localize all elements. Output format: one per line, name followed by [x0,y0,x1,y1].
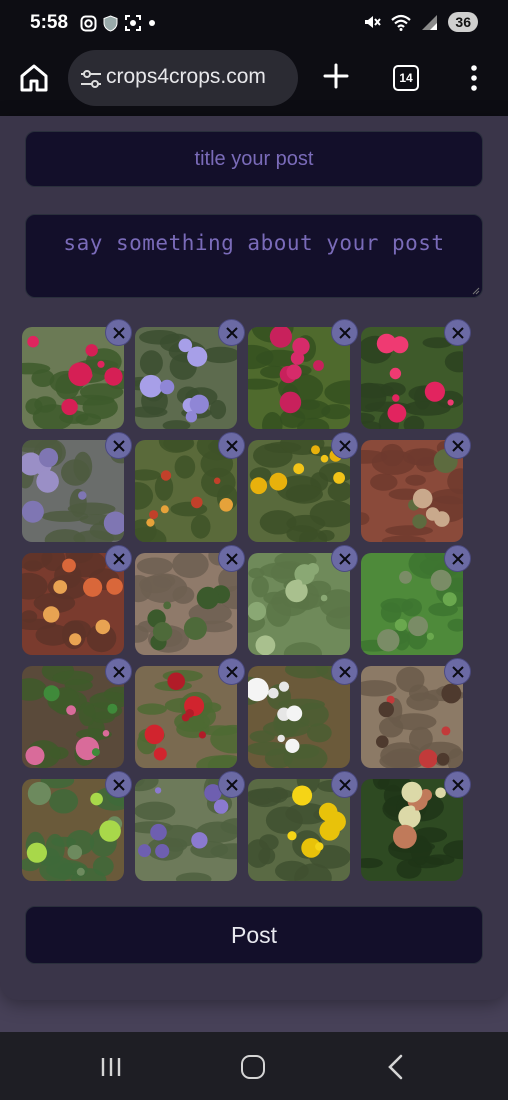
remove-photo-button[interactable] [444,771,471,798]
close-icon [338,778,351,791]
browser-toolbar: crops4crops.com 14 [0,48,508,116]
remove-photo-button[interactable] [331,432,358,459]
dot-icon [149,20,155,26]
status-left-icons [80,14,156,32]
close-icon [338,439,351,452]
resize-grip-icon[interactable] [472,287,480,295]
signal-icon [422,14,438,30]
status-time: 5:58 [30,12,69,33]
home-circle-icon[interactable] [241,1055,265,1079]
more-vert-icon[interactable] [466,64,482,92]
close-icon [112,552,125,565]
address-bar[interactable]: crops4crops.com [68,50,298,106]
close-icon [225,326,238,339]
remove-photo-button[interactable] [218,658,245,685]
close-icon [112,439,125,452]
tabs-icon[interactable]: 14 [393,65,419,91]
remove-photo-button[interactable] [331,771,358,798]
remove-photo-button[interactable] [331,319,358,346]
site-settings-icon[interactable] [78,66,104,92]
back-icon[interactable] [386,1054,404,1080]
close-icon [451,552,464,565]
close-icon [338,665,351,678]
remove-photo-button[interactable] [105,771,132,798]
remove-photo-button[interactable] [444,545,471,572]
close-icon [112,326,125,339]
status-bar: 5:58 36 [0,0,508,48]
url-text: crops4crops.com [106,65,266,88]
remove-photo-button[interactable] [444,432,471,459]
title-placeholder: title your post [194,148,314,170]
tab-count: 14 [399,71,413,85]
close-icon [451,439,464,452]
shield-icon [103,14,118,32]
post-button[interactable]: Post [25,906,483,964]
close-icon [451,778,464,791]
close-icon [112,778,125,791]
title-input[interactable]: title your post [25,131,483,187]
close-icon [451,665,464,678]
remove-photo-button[interactable] [218,319,245,346]
close-icon [225,778,238,791]
photo-grid [22,319,492,887]
close-icon [338,552,351,565]
remove-photo-button[interactable] [105,432,132,459]
close-icon [225,439,238,452]
remove-photo-button[interactable] [218,771,245,798]
remove-photo-button[interactable] [218,432,245,459]
new-post-card: title your post say something about your… [0,116,508,1000]
home-icon[interactable] [18,62,50,94]
remove-photo-button[interactable] [105,319,132,346]
recent-apps-icon[interactable] [99,1056,123,1078]
battery-badge: 36 [448,12,478,32]
status-right-icons: 36 [363,12,478,32]
description-textarea[interactable]: say something about your post [25,214,483,298]
mute-icon [365,16,382,28]
description-placeholder: say something about your post [63,231,445,255]
page-content: title your post say something about your… [0,116,508,1032]
post-label: Post [230,921,278,948]
close-icon [451,326,464,339]
remove-photo-button[interactable] [105,658,132,685]
remove-photo-button[interactable] [331,545,358,572]
close-icon [112,665,125,678]
close-icon [225,665,238,678]
plus-icon[interactable] [322,62,350,90]
instagram-icon [80,15,97,31]
remove-photo-button[interactable] [105,545,132,572]
system-nav-bar [0,1032,508,1100]
screenshot-icon [125,15,141,31]
remove-photo-button[interactable] [444,319,471,346]
remove-photo-button[interactable] [444,658,471,685]
close-icon [225,552,238,565]
wifi-icon [391,14,412,31]
remove-photo-button[interactable] [331,658,358,685]
close-icon [338,326,351,339]
remove-photo-button[interactable] [218,545,245,572]
